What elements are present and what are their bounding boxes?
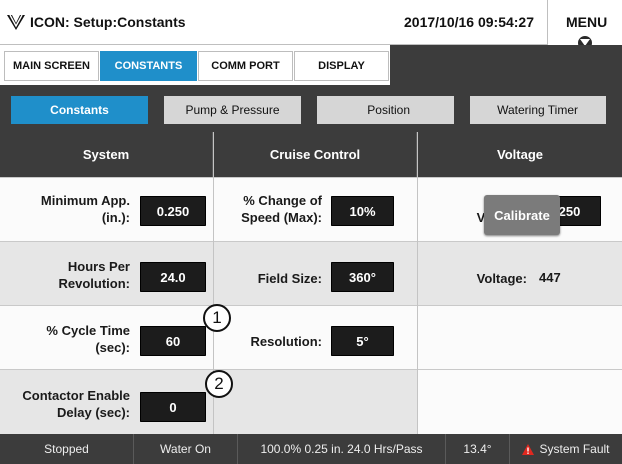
subtab-label: Pump & Pressure: [185, 103, 280, 117]
voltage-header: Voltage: [418, 132, 622, 177]
logo-icon: [7, 14, 25, 30]
status-bar: Stopped Water On 100.0% 0.25 in. 24.0 Hr…: [0, 434, 622, 464]
min-app-label: Minimum App. (in.):: [40, 193, 130, 225]
cycle-value[interactable]: 60: [140, 326, 206, 356]
datetime-display: 2017/10/16 09:54:27: [404, 14, 534, 30]
tab-label: DISPLAY: [318, 60, 365, 72]
subtab-label: Constants: [50, 103, 109, 117]
tab-constants[interactable]: CONSTANTS: [100, 51, 197, 81]
tab-label: MAIN SCREEN: [12, 60, 90, 72]
status-water: Water On: [134, 434, 238, 464]
voltage-label: Voltage:: [476, 271, 527, 286]
res-value[interactable]: 5°: [331, 326, 394, 356]
callout-marker: 1: [203, 304, 231, 332]
min-app-value[interactable]: 0.250: [140, 196, 206, 226]
tab-comm-port[interactable]: COMM PORT: [198, 51, 293, 81]
field-label: Field Size:: [257, 271, 322, 286]
page-title: ICON: Setup:Constants: [30, 14, 186, 30]
tab-label: COMM PORT: [211, 60, 280, 72]
cruise-header: Cruise Control: [214, 132, 417, 177]
title-bar: ICON: Setup:Constants 2017/10/16 09:54:2…: [0, 0, 622, 52]
calibrate-button[interactable]: Calibrate: [484, 195, 560, 235]
hours-label: Hours Per Revolution:: [58, 259, 131, 291]
tab-display[interactable]: DISPLAY: [294, 51, 389, 81]
nav-filler: [390, 45, 622, 85]
status-angle: 13.4°: [446, 434, 510, 464]
subtab-pump-pressure[interactable]: Pump & Pressure: [164, 96, 301, 124]
menu-label: MENU: [566, 14, 608, 30]
res-label: Resolution:: [250, 334, 323, 349]
subtab-watering-timer[interactable]: Watering Timer: [470, 96, 606, 124]
cycle-label: % Cycle Time (sec):: [46, 323, 130, 355]
empty-cell: [418, 369, 622, 434]
column-divider: [417, 132, 418, 434]
tab-label: CONSTANTS: [114, 60, 183, 72]
subtab-position[interactable]: Position: [317, 96, 454, 124]
speed-label: % Change of Speed (Max):: [241, 193, 322, 225]
speed-value[interactable]: 10%: [331, 196, 394, 226]
subtab-label: Position: [367, 103, 410, 117]
contactor-label: Contactor Enable Delay (sec):: [22, 388, 130, 420]
field-value[interactable]: 360°: [331, 262, 394, 292]
voltage-value: 447: [539, 270, 561, 285]
status-fault[interactable]: System Fault: [510, 434, 622, 464]
calibrate-cell: [418, 305, 622, 369]
warning-icon: [522, 443, 535, 455]
system-header: System: [0, 132, 213, 177]
status-pass-info: 100.0% 0.25 in. 24.0 Hrs/Pass: [238, 434, 446, 464]
hours-value[interactable]: 24.0: [140, 262, 206, 292]
main-nav: MAIN SCREEN CONSTANTS COMM PORT DISPLAY: [0, 45, 622, 85]
empty-cell: [214, 369, 417, 434]
menu-button[interactable]: MENU: [547, 0, 622, 52]
fault-label: System Fault: [539, 442, 610, 456]
tab-main-screen[interactable]: MAIN SCREEN: [4, 51, 99, 81]
status-state: Stopped: [0, 434, 134, 464]
subtab-constants[interactable]: Constants: [11, 96, 148, 124]
contactor-value[interactable]: 0: [140, 392, 206, 422]
callout-marker: 2: [205, 370, 233, 398]
sub-nav: Constants Pump & Pressure Position Water…: [0, 85, 622, 132]
subtab-label: Watering Timer: [497, 103, 578, 117]
